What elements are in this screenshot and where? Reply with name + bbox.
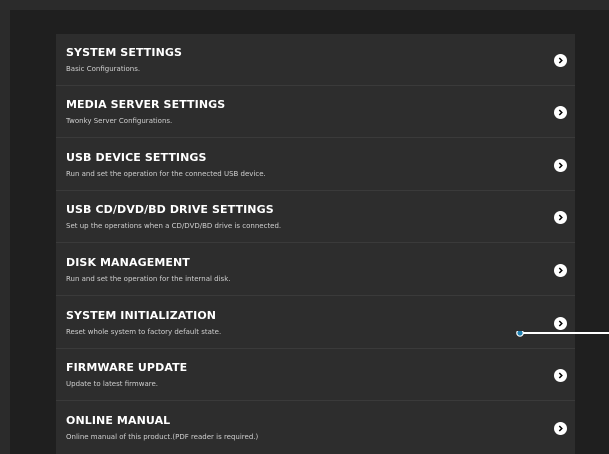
- chevron-right-icon[interactable]: [554, 54, 567, 67]
- menu-item-system-settings[interactable]: SYSTEM SETTINGS Basic Configurations.: [56, 34, 575, 86]
- menu-item-description: Basic Configurations.: [66, 65, 141, 73]
- menu-item-title: ONLINE MANUAL: [66, 414, 171, 427]
- menu-item-title: MEDIA SERVER SETTINGS: [66, 98, 226, 111]
- menu-item-title: USB DEVICE SETTINGS: [66, 151, 207, 164]
- chevron-right-icon[interactable]: [554, 422, 567, 435]
- chevron-right-icon[interactable]: [554, 211, 567, 224]
- menu-item-description: Set up the operations when a CD/DVD/BD d…: [66, 222, 282, 230]
- menu-item-usb-device-settings[interactable]: USB DEVICE SETTINGS Run and set the oper…: [56, 139, 575, 191]
- menu-item-title: FIRMWARE UPDATE: [66, 361, 188, 374]
- menu-item-firmware-update[interactable]: FIRMWARE UPDATE Update to latest firmwar…: [56, 349, 575, 401]
- settings-menu-panel: SYSTEM SETTINGS Basic Configurations. ME…: [56, 34, 575, 454]
- chevron-right-icon[interactable]: [554, 159, 567, 172]
- menu-item-description: Run and set the operation for the intern…: [66, 275, 231, 283]
- chevron-right-icon[interactable]: [554, 106, 567, 119]
- menu-item-system-initialization[interactable]: SYSTEM INITIALIZATION Reset whole system…: [56, 297, 575, 349]
- menu-item-description: Reset whole system to factory default st…: [66, 328, 222, 336]
- menu-item-description: Update to latest firmware.: [66, 380, 158, 388]
- chevron-right-icon[interactable]: [554, 317, 567, 330]
- menu-item-description: Run and set the operation for the connec…: [66, 170, 266, 178]
- chevron-right-icon[interactable]: [554, 369, 567, 382]
- menu-item-title: SYSTEM SETTINGS: [66, 46, 183, 59]
- menu-item-title: USB CD/DVD/BD DRIVE SETTINGS: [66, 203, 274, 216]
- menu-item-disk-management[interactable]: DISK MANAGEMENT Run and set the operatio…: [56, 244, 575, 296]
- menu-item-usb-cd-dvd-bd-drive-settings[interactable]: USB CD/DVD/BD DRIVE SETTINGS Set up the …: [56, 191, 575, 243]
- menu-item-description: Twonky Server Configurations.: [66, 117, 173, 125]
- menu-item-online-manual[interactable]: ONLINE MANUAL Online manual of this prod…: [56, 402, 575, 454]
- menu-item-title: DISK MANAGEMENT: [66, 256, 190, 269]
- menu-item-title: SYSTEM INITIALIZATION: [66, 309, 217, 322]
- chevron-right-icon[interactable]: [554, 264, 567, 277]
- menu-item-media-server-settings[interactable]: MEDIA SERVER SETTINGS Twonky Server Conf…: [56, 86, 575, 138]
- menu-item-description: Online manual of this product.(PDF reade…: [66, 433, 259, 441]
